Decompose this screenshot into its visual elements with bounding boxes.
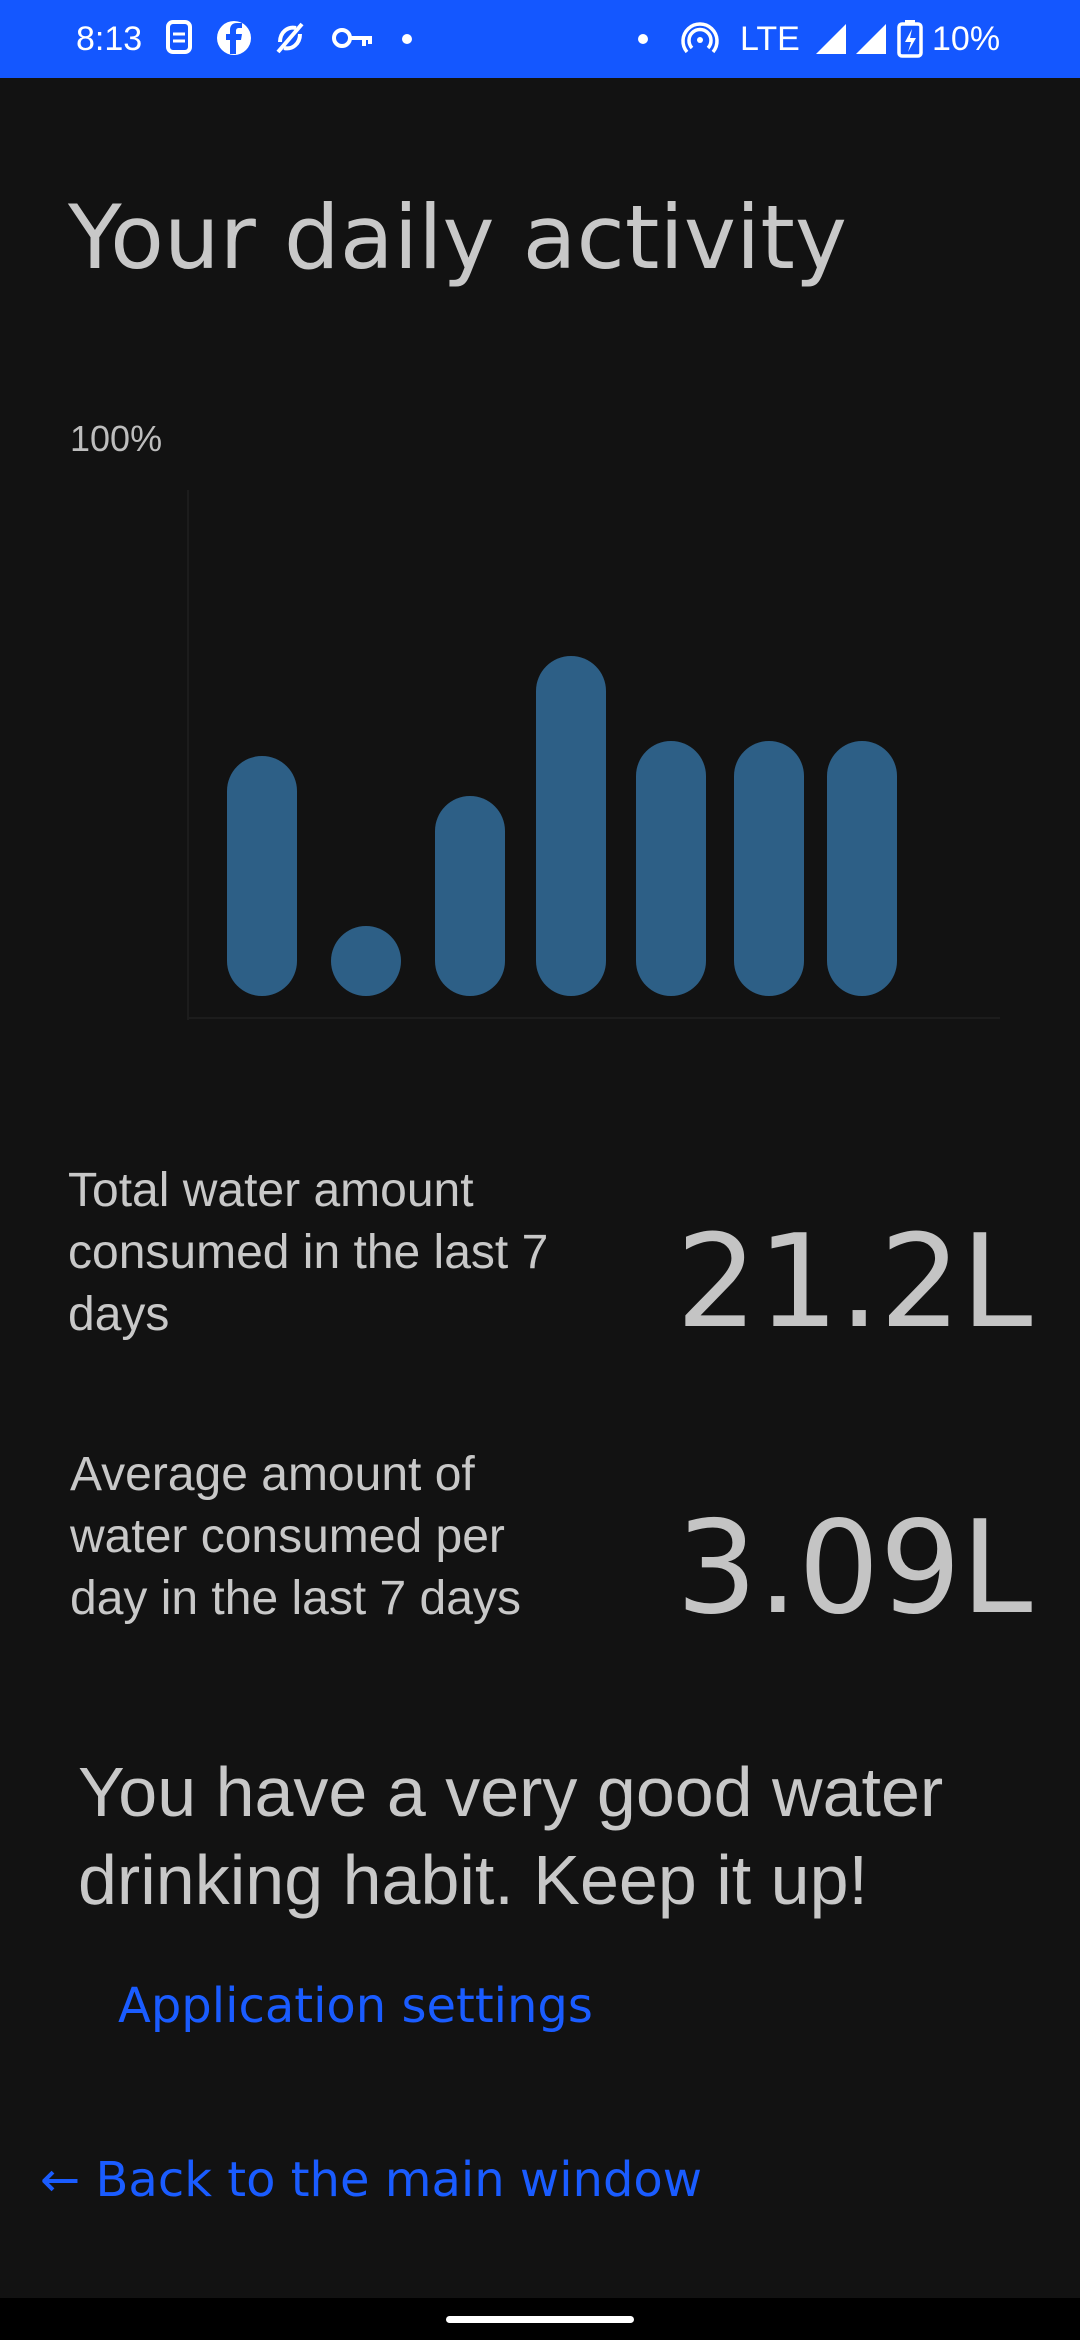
back-to-main-link[interactable]: ← Back to the main window [40, 2152, 702, 2208]
average-water-value: 3.09L [676, 1494, 1033, 1643]
sim-icon [166, 20, 192, 54]
chart-bar-7 [827, 741, 897, 996]
water-chart [187, 490, 1000, 1020]
facebook-icon [217, 21, 251, 55]
chart-bar-2 [331, 926, 401, 996]
chart-bar-3 [435, 796, 505, 996]
no-sync-icon [276, 22, 304, 54]
total-water-label: Total water amount consumed in the last … [68, 1164, 549, 1341]
notification-dot-icon [402, 34, 412, 44]
chart-bar-4 [536, 656, 606, 996]
chart-y-label: 100% [70, 418, 163, 459]
status-time: 8:13 [76, 20, 143, 58]
chart-bar-1 [227, 756, 297, 996]
application-settings-link[interactable]: Application settings [118, 1978, 593, 2034]
average-water-label: Average amount of water consumed per day… [70, 1448, 521, 1625]
chart-bar-6 [734, 741, 804, 996]
signal-icon [856, 24, 886, 54]
habit-message: You have a very good water drinking habi… [78, 1753, 944, 1919]
signal-icon [816, 24, 846, 54]
notification-dot-icon [638, 34, 648, 44]
total-water-value: 21.2L [676, 1208, 1033, 1357]
page-title: Your daily activity [68, 186, 847, 289]
status-bar: 8:13 LTE 10% [0, 0, 1080, 78]
network-type: LTE [740, 20, 800, 58]
hotspot-icon [681, 22, 719, 54]
battery-charging-icon [897, 20, 923, 58]
battery-level: 10% [932, 20, 1001, 58]
home-indicator[interactable] [446, 2316, 634, 2323]
vpn-key-icon [332, 28, 372, 48]
chart-bar-5 [636, 741, 706, 996]
